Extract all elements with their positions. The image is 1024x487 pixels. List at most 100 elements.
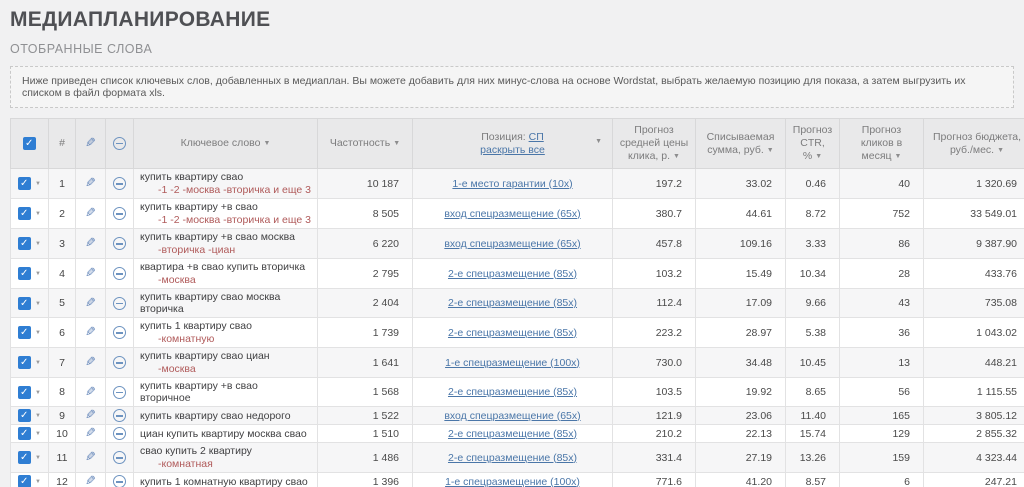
row-select-cell[interactable] [11, 169, 49, 199]
frequency-header[interactable]: Частотность [318, 119, 413, 169]
position-link[interactable]: 1-е спецразмещение (100x) [445, 476, 580, 487]
edit-cell[interactable]: ✎ [76, 378, 106, 407]
chevron-down-icon[interactable] [35, 207, 41, 220]
row-checkbox[interactable] [18, 177, 31, 190]
remove-cell[interactable] [106, 473, 134, 487]
pencil-icon[interactable]: ✎ [85, 386, 96, 398]
remove-cell[interactable] [106, 259, 134, 289]
row-checkbox[interactable] [18, 326, 31, 339]
row-checkbox[interactable] [18, 237, 31, 250]
sort-icon[interactable] [997, 147, 1004, 154]
remove-cell[interactable] [106, 318, 134, 348]
minus-circle-icon[interactable] [113, 451, 126, 464]
chevron-down-icon[interactable] [35, 475, 41, 487]
sort-icon[interactable] [393, 140, 400, 147]
row-select-cell[interactable] [11, 443, 49, 473]
pencil-icon[interactable]: ✎ [85, 326, 96, 338]
chevron-down-icon[interactable] [35, 451, 41, 464]
pencil-icon[interactable]: ✎ [85, 409, 96, 421]
position-link[interactable]: 1-е место гарантии (10x) [452, 178, 572, 190]
remove-cell[interactable] [106, 229, 134, 259]
row-select-cell[interactable] [11, 348, 49, 378]
edit-cell[interactable]: ✎ [76, 289, 106, 318]
pencil-icon[interactable]: ✎ [85, 356, 96, 368]
minus-circle-icon[interactable] [113, 475, 126, 487]
chevron-down-icon[interactable] [35, 356, 41, 369]
chevron-down-icon[interactable] [35, 267, 41, 280]
position-link[interactable]: 2-е спецразмещение (85x) [448, 452, 577, 464]
writeoff-header[interactable]: Списываемая сумма, руб. [696, 119, 786, 169]
edit-cell[interactable]: ✎ [76, 407, 106, 425]
chevron-down-icon[interactable] [35, 409, 41, 422]
edit-cell[interactable]: ✎ [76, 425, 106, 443]
position-link[interactable]: 2-е спецразмещение (85x) [448, 327, 577, 339]
minus-circle-icon[interactable] [113, 409, 126, 422]
chevron-down-icon[interactable] [35, 427, 41, 440]
pencil-icon[interactable]: ✎ [85, 475, 96, 487]
sort-icon[interactable] [895, 153, 902, 160]
minus-circle-icon[interactable] [113, 237, 126, 250]
minus-circle-icon[interactable] [113, 177, 126, 190]
chevron-down-icon[interactable] [35, 386, 41, 399]
chevron-down-icon[interactable] [35, 326, 41, 339]
sort-icon[interactable] [767, 147, 774, 154]
row-checkbox[interactable] [18, 451, 31, 464]
row-select-cell[interactable] [11, 199, 49, 229]
row-select-cell[interactable] [11, 425, 49, 443]
edit-cell[interactable]: ✎ [76, 318, 106, 348]
row-select-cell[interactable] [11, 318, 49, 348]
pencil-icon[interactable]: ✎ [85, 267, 96, 279]
sort-icon[interactable] [673, 153, 680, 160]
pencil-icon[interactable]: ✎ [85, 207, 96, 219]
remove-cell[interactable] [106, 199, 134, 229]
position-link[interactable]: 2-е спецразмещение (85x) [448, 428, 577, 440]
minus-circle-icon[interactable] [113, 326, 126, 339]
remove-cell[interactable] [106, 348, 134, 378]
row-checkbox[interactable] [18, 386, 31, 399]
pencil-icon[interactable]: ✎ [85, 237, 96, 249]
chevron-down-icon[interactable] [35, 177, 41, 190]
pencil-icon[interactable]: ✎ [85, 451, 96, 463]
row-checkbox[interactable] [18, 356, 31, 369]
edit-cell[interactable]: ✎ [76, 473, 106, 487]
minus-circle-icon[interactable] [113, 267, 126, 280]
sort-icon[interactable] [263, 140, 270, 147]
select-all-checkbox[interactable] [23, 137, 36, 150]
pencil-icon[interactable]: ✎ [85, 297, 96, 309]
row-select-cell[interactable] [11, 259, 49, 289]
position-link[interactable]: вход спецразмещение (65x) [444, 208, 580, 220]
row-select-cell[interactable] [11, 229, 49, 259]
minus-circle-icon[interactable] [113, 356, 126, 369]
row-checkbox[interactable] [18, 427, 31, 440]
sort-icon[interactable] [815, 153, 822, 160]
sort-icon[interactable] [595, 135, 602, 148]
remove-cell[interactable] [106, 407, 134, 425]
row-checkbox[interactable] [18, 207, 31, 220]
edit-cell[interactable]: ✎ [76, 259, 106, 289]
remove-cell[interactable] [106, 425, 134, 443]
position-link[interactable]: 2-е спецразмещение (85x) [448, 297, 577, 309]
remove-cell[interactable] [106, 443, 134, 473]
position-expand-all-link[interactable]: раскрыть все [480, 144, 545, 156]
position-link[interactable]: 2-е спецразмещение (85x) [448, 268, 577, 280]
pencil-icon[interactable]: ✎ [85, 177, 96, 189]
edit-cell[interactable]: ✎ [76, 443, 106, 473]
avg-price-header[interactable]: Прогноз средней цены клика, р. [613, 119, 696, 169]
chevron-down-icon[interactable] [35, 237, 41, 250]
position-link[interactable]: 1-е спецразмещение (100x) [445, 357, 580, 369]
edit-cell[interactable]: ✎ [76, 229, 106, 259]
row-checkbox[interactable] [18, 475, 31, 487]
position-link[interactable]: вход спецразмещение (65x) [444, 410, 580, 422]
row-select-cell[interactable] [11, 378, 49, 407]
position-sp-link[interactable]: СП [529, 131, 544, 143]
row-checkbox[interactable] [18, 297, 31, 310]
minus-circle-icon[interactable] [113, 207, 126, 220]
chevron-down-icon[interactable] [35, 297, 41, 310]
position-link[interactable]: 2-е спецразмещение (85x) [448, 386, 577, 398]
pencil-icon[interactable]: ✎ [85, 427, 96, 439]
position-link[interactable]: вход спецразмещение (65x) [444, 238, 580, 250]
row-select-cell[interactable] [11, 407, 49, 425]
minus-circle-icon[interactable] [113, 386, 126, 399]
row-checkbox[interactable] [18, 267, 31, 280]
edit-cell[interactable]: ✎ [76, 199, 106, 229]
